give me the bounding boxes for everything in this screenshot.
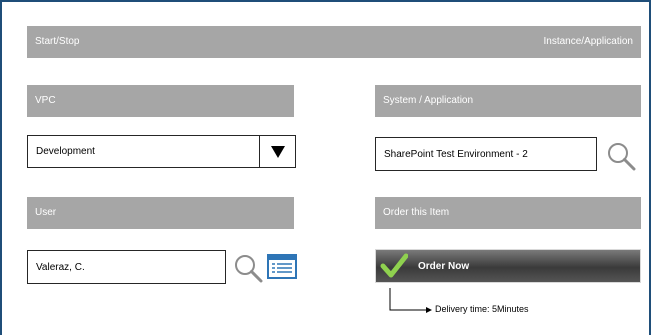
system-application-field[interactable]: SharePoint Test Environment - 2 bbox=[375, 137, 597, 171]
order-label: Order this Item bbox=[383, 207, 450, 218]
search-icon[interactable] bbox=[233, 253, 263, 283]
user-label: User bbox=[35, 207, 57, 218]
list-icon[interactable] bbox=[267, 254, 297, 279]
vpc-label: VPC bbox=[35, 95, 56, 106]
user-section-label: User bbox=[27, 197, 294, 229]
system-value: SharePoint Test Environment - 2 bbox=[384, 148, 528, 160]
order-now-label: Order Now bbox=[418, 260, 470, 272]
vpc-dropdown-button[interactable] bbox=[259, 135, 296, 168]
header-bar[interactable]: Start/Stop Instance/Application bbox=[27, 26, 641, 58]
search-icon[interactable] bbox=[606, 141, 636, 171]
vpc-value: Development bbox=[36, 146, 95, 157]
checkmark-icon bbox=[380, 253, 408, 278]
system-label: System / Application bbox=[383, 95, 474, 106]
user-value: Valeraz, C. bbox=[36, 261, 85, 273]
vpc-section-label: VPC bbox=[27, 85, 294, 117]
start-stop-label[interactable]: Start/Stop bbox=[35, 37, 79, 47]
triangle-down-icon bbox=[270, 145, 285, 158]
user-field[interactable]: Valeraz, C. bbox=[27, 250, 226, 284]
instance-application-label[interactable]: Instance/Application bbox=[543, 37, 633, 47]
order-now-button[interactable]: Order Now bbox=[375, 249, 641, 283]
system-section-label: System / Application bbox=[375, 85, 641, 117]
delivery-time-text: Delivery time: 5Minutes bbox=[435, 304, 529, 314]
vpc-select[interactable]: Development bbox=[27, 135, 260, 168]
arrow-connector bbox=[389, 288, 432, 313]
order-section-label: Order this Item bbox=[375, 197, 641, 229]
